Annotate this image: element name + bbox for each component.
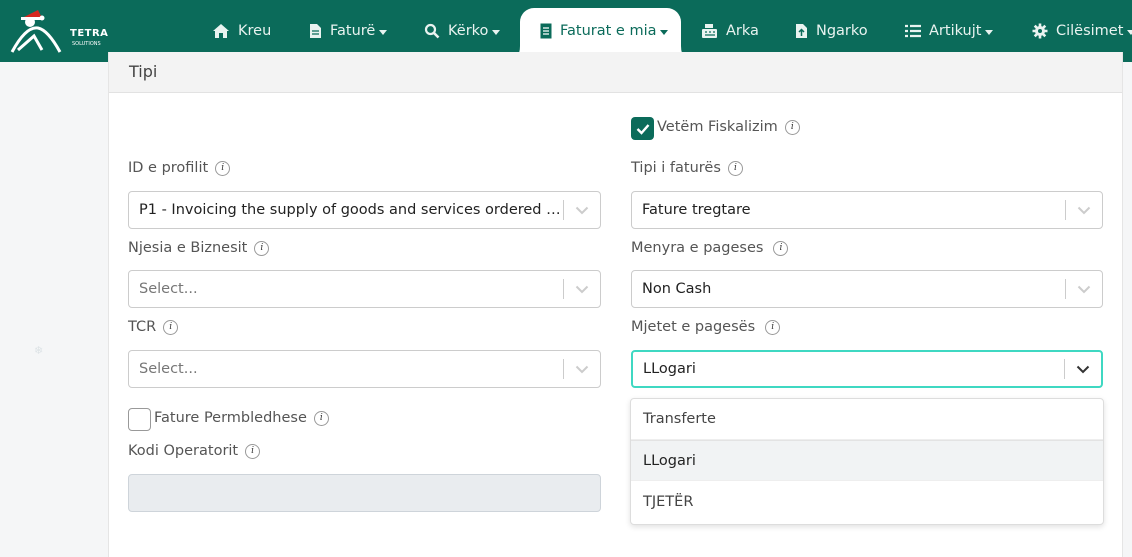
mjetet-pageses-value: LLogari (643, 361, 696, 377)
document-icon (310, 24, 321, 38)
chevron-down-icon (379, 29, 388, 35)
nav-label: Faturë (330, 23, 376, 39)
kodi-operatorit-text: Kodi Operatorit (128, 443, 239, 459)
info-icon[interactable]: i (784, 119, 800, 135)
fature-permbledhese-label: Fature Permbledhese i (154, 410, 329, 426)
snowflake-icon: ❄ (34, 344, 44, 357)
nav-label: Kreu (238, 23, 272, 39)
tipi-fatures-select[interactable]: Fature tregtare (631, 191, 1103, 229)
vetem-fiskalizim-text: Vetëm Fiskalizim (657, 119, 778, 135)
info-icon[interactable]: i (254, 240, 270, 256)
info-icon[interactable]: i (765, 319, 781, 335)
logo-figure-icon (10, 10, 62, 53)
checkmark-icon (636, 123, 649, 135)
chevron-down-icon (985, 29, 994, 35)
info-icon[interactable]: i (245, 443, 261, 459)
info-icon[interactable]: i (313, 410, 329, 426)
nav-label: Arka (726, 23, 759, 39)
card-title: Tipi (129, 62, 158, 81)
menyra-pageses-text: Menyra e pageses (631, 240, 764, 256)
menu-option-transferte[interactable]: Transferte (631, 399, 1103, 440)
mjetet-pageses-label: Mjetet e pagesës i (631, 319, 781, 335)
cash-register-icon (702, 24, 717, 38)
kodi-operatorit-label: Kodi Operatorit i (128, 443, 261, 459)
nav-label: Cilësimet (1056, 23, 1124, 39)
id-profilit-select[interactable]: P1 - Invoicing the supply of goods and s… (128, 191, 601, 229)
menu-option-llogari[interactable]: LLogari (631, 440, 1103, 481)
info-icon[interactable]: i (773, 240, 789, 256)
gear-icon (1032, 23, 1048, 39)
nav-label: Faturat e mia (560, 23, 657, 39)
info-icon[interactable]: i (215, 160, 231, 176)
menyra-pageses-label: Menyra e pageses i (631, 240, 789, 256)
search-icon (424, 23, 440, 39)
upload-icon (796, 24, 807, 38)
mjetet-pageses-text: Mjetet e pagesës (631, 319, 756, 335)
id-profilit-text: ID e profilit (128, 160, 209, 176)
njesia-biznesit-placeholder: Select... (139, 281, 198, 297)
home-icon (213, 24, 229, 38)
brand-tagline: SOLUTIONS (72, 41, 101, 47)
id-profilit-value: P1 - Invoicing the supply of goods and s… (139, 202, 563, 218)
chevron-down-icon[interactable] (564, 365, 600, 374)
nav-label: Kërko (448, 23, 489, 39)
chevron-down-icon[interactable] (564, 206, 600, 215)
list-icon (905, 24, 921, 38)
chevron-down-icon (1127, 29, 1132, 35)
info-icon[interactable]: i (727, 160, 743, 176)
tipi-fatures-label: Tipi i faturës i (631, 160, 743, 176)
mjetet-pageses-select[interactable]: LLogari (631, 350, 1103, 388)
tipi-fatures-value: Fature tregtare (642, 202, 751, 218)
fature-permbledhese-text: Fature Permbledhese (154, 410, 307, 426)
mjetet-pageses-menu: Transferte LLogari TJETËR (630, 398, 1104, 525)
njesia-biznesit-text: Njesia e Biznesit (128, 240, 248, 256)
chevron-down-icon[interactable] (1066, 285, 1102, 294)
chevron-down-icon[interactable] (1065, 365, 1101, 374)
vetem-fiskalizim-checkbox[interactable] (631, 117, 654, 140)
nav-label: Ngarko (816, 23, 868, 39)
brand-name: TETRA (70, 28, 109, 39)
menu-option-tjeter[interactable]: TJETËR (631, 481, 1103, 522)
njesia-biznesit-select[interactable]: Select... (128, 270, 601, 308)
brand-logo[interactable]: TETRA SOLUTIONS (8, 6, 118, 56)
tipi-fatures-text: Tipi i faturës (631, 160, 721, 176)
chevron-down-icon[interactable] (1066, 206, 1102, 215)
chevron-down-icon (492, 29, 501, 35)
tcr-text: TCR (128, 319, 157, 335)
id-profilit-label: ID e profilit i (128, 160, 231, 176)
fature-permbledhese-checkbox[interactable] (128, 408, 151, 431)
card-header: Tipi (109, 52, 1122, 93)
info-icon[interactable]: i (163, 319, 179, 335)
tcr-select[interactable]: Select... (128, 350, 601, 388)
tcr-label: TCR i (128, 319, 179, 335)
njesia-biznesit-label: Njesia e Biznesit i (128, 240, 270, 256)
invoice-icon (540, 23, 552, 39)
menyra-pageses-select[interactable]: Non Cash (631, 270, 1103, 308)
chevron-down-icon (660, 29, 669, 35)
kodi-operatorit-field[interactable] (128, 474, 601, 512)
vetem-fiskalizim-label: Vetëm Fiskalizim i (657, 119, 800, 135)
tcr-placeholder: Select... (139, 361, 198, 377)
menyra-pageses-value: Non Cash (642, 281, 712, 297)
nav-label: Artikujt (929, 23, 982, 39)
chevron-down-icon[interactable] (564, 285, 600, 294)
